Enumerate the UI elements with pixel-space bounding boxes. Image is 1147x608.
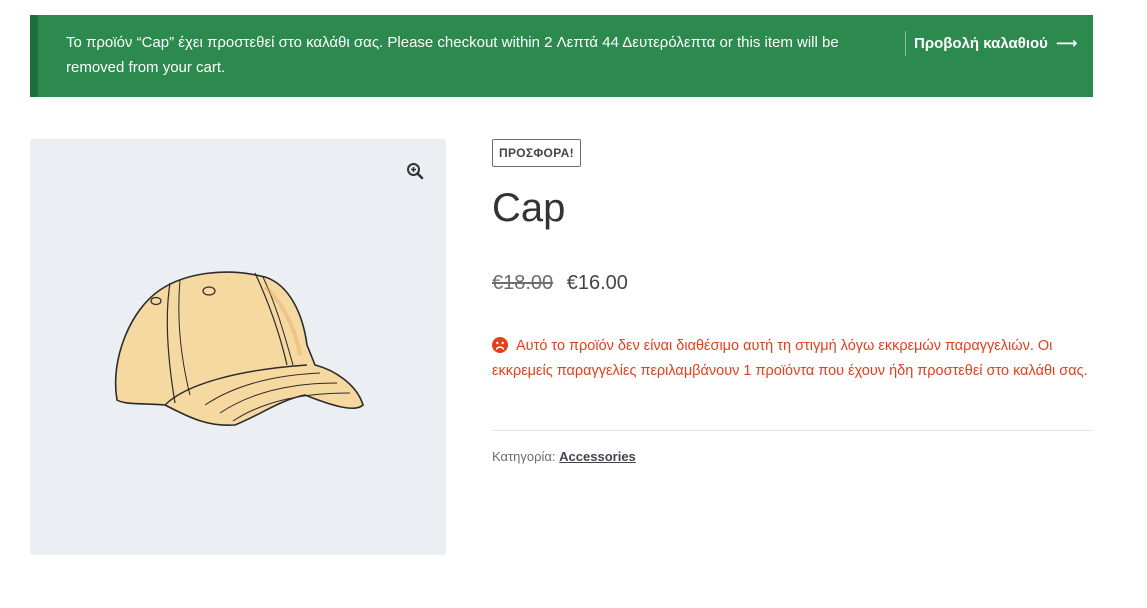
product-price: €18.00 €16.00 xyxy=(492,270,628,296)
sad-face-icon xyxy=(492,337,508,353)
view-cart-label: Προβολή καλαθιού xyxy=(914,35,1048,52)
category-label: Κατηγορία: xyxy=(492,449,556,464)
meta-divider xyxy=(492,430,1093,431)
sale-price: €16.00 xyxy=(566,272,628,294)
zoom-icon[interactable] xyxy=(402,158,428,184)
cart-notice: Το προϊόν “Cap” έχει προστεθεί στο καλάθ… xyxy=(30,15,1093,97)
stock-warning: Αυτό το προϊόν δεν είναι διαθέσιμο αυτή … xyxy=(492,334,1092,384)
product-meta: Κατηγορία: Accessories xyxy=(492,447,636,467)
cap-image xyxy=(114,271,364,426)
sale-badge: ΠΡΟΣΦΟΡΑ! xyxy=(492,139,581,167)
view-cart-button[interactable]: Προβολή καλαθιού ⟶ xyxy=(914,34,1077,54)
arrow-right-icon: ⟶ xyxy=(1055,35,1078,52)
category-link[interactable]: Accessories xyxy=(559,449,636,464)
old-price: €18.00 xyxy=(492,272,554,294)
product-title: Cap xyxy=(492,186,566,230)
notice-message: Το προϊόν “Cap” έχει προστεθεί στο καλάθ… xyxy=(66,34,839,76)
notice-separator xyxy=(905,31,906,56)
stock-message: Αυτό το προϊόν δεν είναι διαθέσιμο αυτή … xyxy=(492,338,1088,379)
